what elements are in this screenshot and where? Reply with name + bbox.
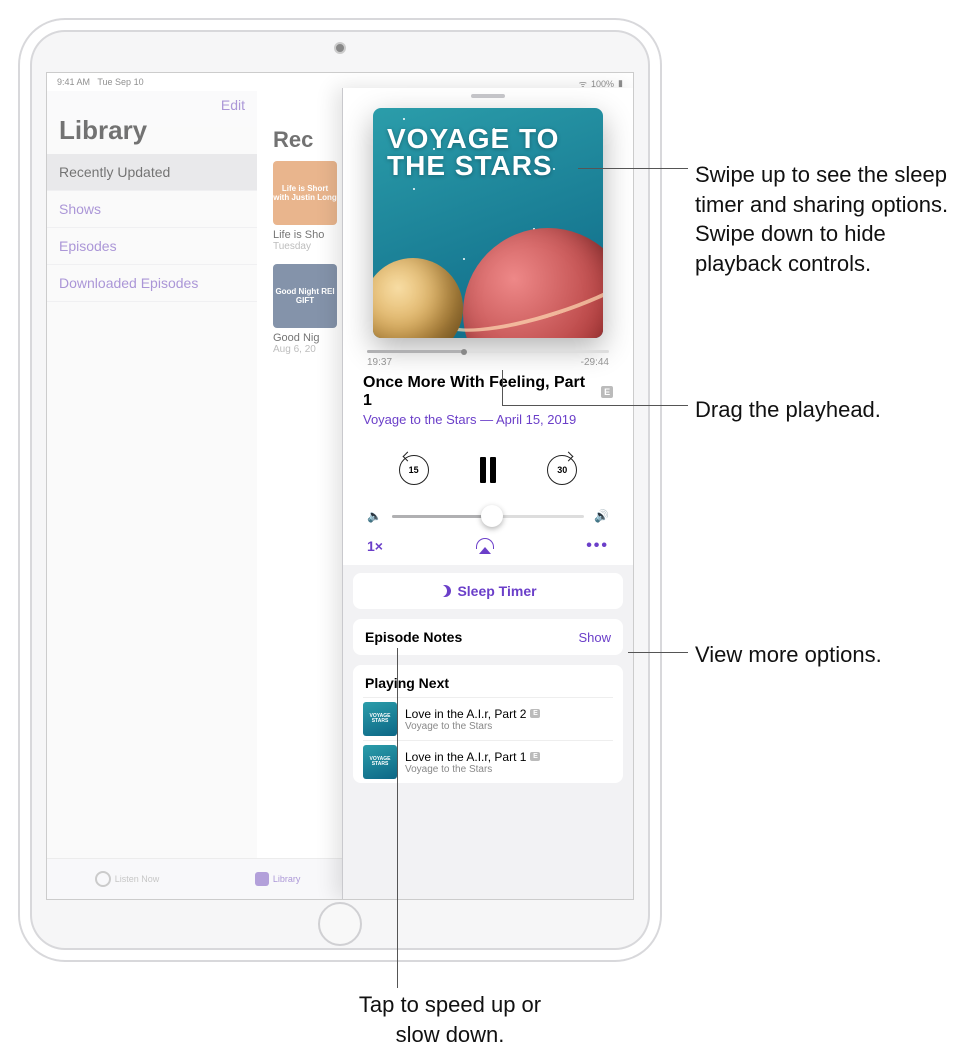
pause-icon [490, 457, 496, 483]
show-and-date[interactable]: Voyage to the Stars — April 15, 2019 [343, 410, 633, 435]
skip-back-button[interactable]: 15 [399, 455, 429, 485]
volume-high-icon: 🔊 [594, 509, 609, 523]
next-episode-row[interactable]: VOYAGE STARS Love in the A.I.r, Part 1 E… [363, 740, 613, 783]
volume-low-icon: 🔈 [367, 509, 382, 523]
status-date: Tue Sep 10 [97, 77, 143, 87]
ipad-frame: 9:41 AM Tue Sep 10 ᯤ 100% ▮ Edit Library… [20, 20, 660, 960]
episode-artwork[interactable]: VOYAGE TO THE STARS [373, 108, 603, 338]
moon-icon [439, 585, 451, 597]
playback-speed-button[interactable]: 1× [367, 538, 383, 554]
explicit-badge: E [601, 386, 613, 398]
annotation-leader [502, 370, 503, 406]
tab-listen-now[interactable]: Listen Now [95, 871, 160, 887]
now-playing-sheet[interactable]: VOYAGE TO THE STARS 19:37 -29:44 Once Mo… [342, 88, 633, 899]
tab-library[interactable]: Library [255, 872, 301, 886]
status-time: 9:41 AM [57, 77, 90, 87]
episode-notes-show-button[interactable]: Show [578, 630, 611, 645]
airplay-icon[interactable] [476, 538, 494, 554]
next-item-sub: Voyage to the Stars [405, 764, 613, 775]
sidebar-item-downloaded[interactable]: Downloaded Episodes [47, 265, 257, 302]
library-icon [255, 872, 269, 886]
sidebar-item-recently-updated[interactable]: Recently Updated [47, 154, 257, 191]
pause-icon [480, 457, 486, 483]
episode-notes-label: Episode Notes [365, 629, 462, 645]
front-camera [334, 42, 346, 54]
annotation-more: View more options. [695, 640, 882, 670]
sidebar-title: Library [47, 115, 257, 154]
explicit-badge: E [530, 752, 540, 761]
home-button[interactable] [318, 902, 362, 946]
more-options-button[interactable]: ••• [586, 537, 609, 555]
skip-fwd-seconds: 30 [557, 465, 567, 475]
next-item-artwork: VOYAGE STARS [363, 745, 397, 779]
episode-notes-row[interactable]: Episode Notes Show [353, 619, 623, 655]
battery-percent: 100% [591, 79, 614, 89]
skip-back-seconds: 15 [409, 465, 419, 475]
next-episode-row[interactable]: VOYAGE STARS Love in the A.I.r, Part 2 E… [363, 697, 613, 740]
podcast-thumb[interactable]: Good Night REI GIFT [273, 264, 337, 328]
next-item-title: Love in the A.I.r, Part 1 [405, 750, 526, 764]
skip-forward-button[interactable]: 30 [547, 455, 577, 485]
time-remaining: -29:44 [581, 357, 609, 368]
library-sidebar: Edit Library Recently Updated Shows Epis… [47, 91, 258, 899]
next-item-title: Love in the A.I.r, Part 2 [405, 707, 526, 721]
sidebar-item-shows[interactable]: Shows [47, 191, 257, 228]
annotation-leader [397, 648, 398, 988]
annotation-swipe: Swipe up to see the sleep timer and shar… [695, 160, 955, 279]
annotation-leader [578, 168, 688, 169]
annotation-playhead: Drag the playhead. [695, 395, 881, 425]
playing-next-header: Playing Next [363, 673, 613, 697]
annotation-leader [502, 405, 688, 406]
screen: 9:41 AM Tue Sep 10 ᯤ 100% ▮ Edit Library… [46, 72, 634, 900]
annotation-leader [628, 652, 688, 653]
scrubber[interactable] [367, 350, 609, 353]
sheet-grabber-icon[interactable] [471, 94, 505, 98]
sidebar-item-episodes[interactable]: Episodes [47, 228, 257, 265]
playhead-icon[interactable] [461, 349, 467, 355]
volume-slider[interactable] [392, 515, 584, 518]
sleep-timer-label: Sleep Timer [457, 583, 536, 599]
explicit-badge: E [530, 709, 540, 718]
playing-next-card: Playing Next VOYAGE STARS Love in the A.… [353, 665, 623, 783]
podcast-thumb[interactable]: Life is Short with Justin Long [273, 161, 337, 225]
annotation-speed: Tap to speed up or slow down. [340, 990, 560, 1049]
next-item-sub: Voyage to the Stars [405, 721, 613, 732]
edit-button[interactable]: Edit [47, 91, 257, 115]
artwork-title: VOYAGE TO THE STARS [373, 108, 603, 197]
volume-thumb-icon[interactable] [481, 505, 503, 527]
play-circle-icon [95, 871, 111, 887]
next-item-artwork: VOYAGE STARS [363, 702, 397, 736]
sleep-timer-button[interactable]: Sleep Timer [353, 573, 623, 609]
pause-button[interactable] [480, 457, 496, 483]
time-elapsed: 19:37 [367, 357, 392, 368]
